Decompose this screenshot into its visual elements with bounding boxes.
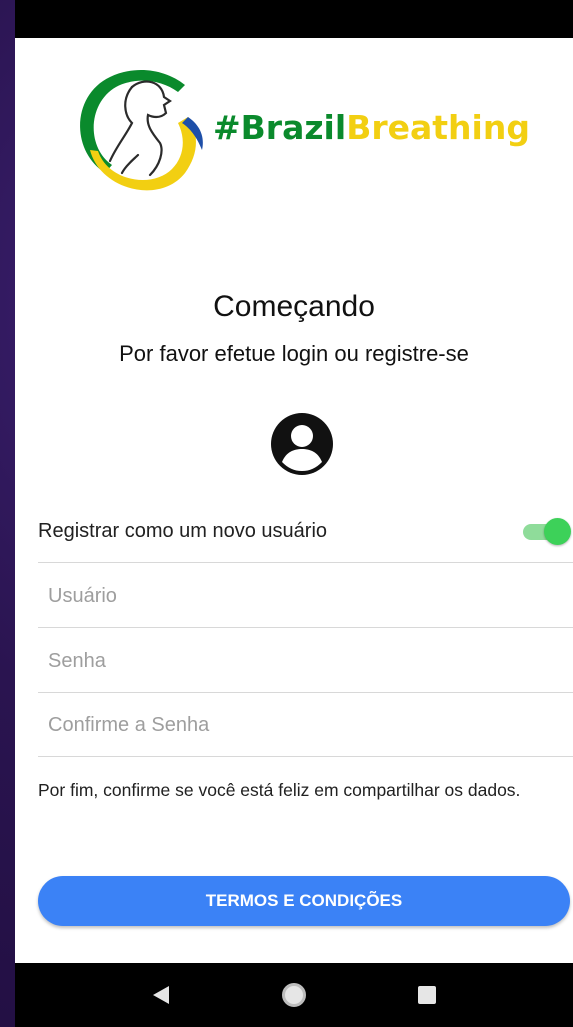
register-toggle-label: Registrar como um novo usuário (38, 520, 328, 542)
register-new-user-toggle[interactable] (521, 517, 571, 545)
confirm-password-field-row (38, 693, 573, 757)
username-field-row (38, 564, 573, 628)
system-nav-bar (15, 963, 573, 1027)
back-triangle-icon (153, 986, 170, 1004)
brand-wordmark-part2: Breathing (346, 108, 530, 147)
username-input[interactable] (48, 578, 558, 614)
password-field-row (38, 629, 573, 693)
nav-home-button[interactable] (274, 975, 314, 1015)
brand-wordmark: #BrazilBreathing (213, 108, 530, 147)
nav-back-button[interactable] (141, 975, 181, 1015)
page-subtitle: Por favor efetue login ou registre-se (119, 341, 469, 366)
home-circle-icon (281, 983, 306, 1007)
brand-wordmark-part1: #Brazil (213, 108, 347, 147)
register-toggle-row: Registrar como um novo usuário (38, 500, 573, 563)
terms-and-conditions-button[interactable]: TERMOS E CONDIÇÕES (38, 876, 570, 926)
toggle-thumb (544, 518, 571, 545)
app-screen: #BrazilBreathing Começando Por favor efe… (15, 0, 573, 1027)
brazil-breathing-logo-icon (80, 70, 203, 191)
page-title: Começando (213, 290, 375, 323)
account-circle-icon (271, 413, 333, 475)
status-bar (15, 0, 573, 38)
confirm-password-input[interactable] (48, 707, 558, 743)
nav-recents-button[interactable] (407, 975, 447, 1015)
password-input[interactable] (48, 643, 558, 679)
recents-square-icon (417, 986, 436, 1004)
brand-logo: #BrazilBreathing (60, 55, 540, 205)
consent-text: Por fim, confirme se você está feliz em … (38, 780, 521, 800)
